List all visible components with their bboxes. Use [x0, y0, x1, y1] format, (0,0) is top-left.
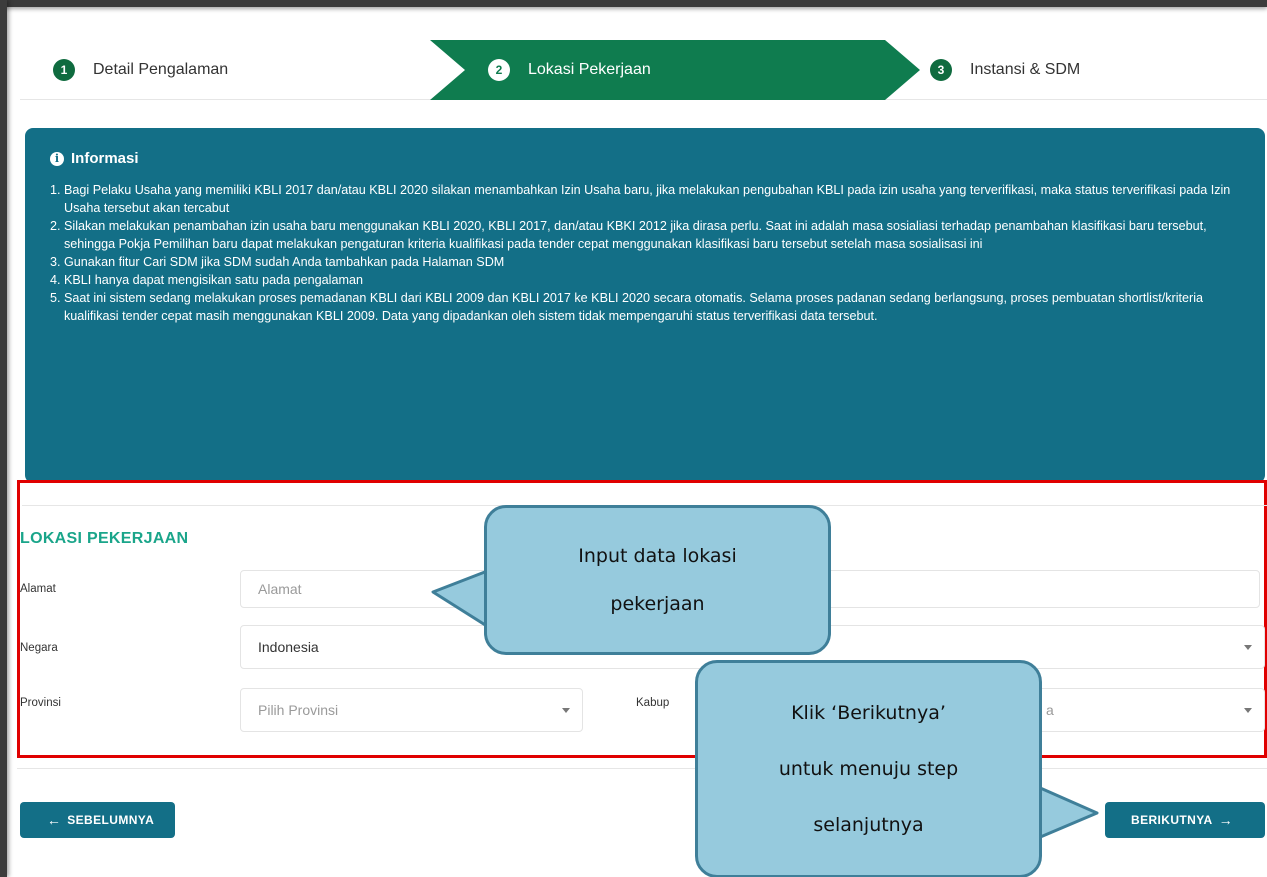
info-panel: i Informasi 1. Bagi Pelaku Usaha yang me…	[25, 128, 1265, 483]
callout-line: Input data lokasi	[578, 545, 737, 567]
frame-left-edge	[0, 0, 7, 877]
info-circle-icon: i	[50, 151, 64, 166]
step-label: Detail Pengalaman	[93, 61, 229, 78]
info-item: 5. Saat ini sistem sedang melakukan pros…	[50, 291, 1204, 323]
provinsi-placeholder: Pilih Provinsi	[258, 702, 339, 718]
callout-next-tail	[1036, 785, 1099, 840]
arrow-right-icon: →	[1218, 812, 1233, 828]
callout-line: pekerjaan	[610, 593, 705, 615]
info-item: 1. Bagi Pelaku Usaha yang memiliki KBLI …	[50, 183, 1231, 215]
provinsi-select[interactable]: Pilih Provinsi	[240, 688, 583, 732]
prev-button[interactable]: ← SEBELUMNYA	[20, 802, 175, 838]
alamat-label: Alamat	[20, 583, 56, 595]
arrow-left-icon: ←	[46, 812, 62, 828]
step-label: Instansi & SDM	[970, 61, 1081, 78]
callout-line: Klik ‘Berikutnya’	[791, 702, 946, 724]
step-number: 2	[488, 59, 510, 81]
alamat-placeholder: Alamat	[258, 581, 302, 597]
step-lokasi-pekerjaan[interactable]: 2 Lokasi Pekerjaan	[430, 40, 920, 100]
chevron-down-icon	[562, 708, 570, 713]
callout-input: Input data lokasi pekerjaan	[484, 505, 831, 655]
chevron-down-icon	[1244, 708, 1252, 713]
step-instansi-sdm[interactable]: 3 Instansi & SDM	[920, 40, 1080, 100]
callout-line: selanjutnya	[813, 814, 924, 836]
negara-value: Indonesia	[258, 639, 319, 655]
negara-label: Negara	[20, 642, 58, 654]
kabupaten-label: Kabup	[636, 697, 670, 709]
info-list: 1. Bagi Pelaku Usaha yang memiliki KBLI …	[50, 181, 1265, 325]
info-item: 4. KBLI hanya dapat mengisikan satu pada…	[50, 273, 363, 287]
next-button[interactable]: BERIKUTNYA →	[1105, 802, 1265, 838]
prev-button-label: SEBELUMNYA	[67, 813, 155, 827]
section-title: LOKASI PEKERJAAN	[20, 530, 189, 547]
chevron-down-icon	[1244, 645, 1252, 650]
kabupaten-value: a	[1046, 702, 1054, 718]
info-item: 2. Silakan melakukan penambahan izin usa…	[50, 219, 1207, 251]
info-item: 3. Gunakan fitur Cari SDM jika SDM sudah…	[50, 255, 505, 269]
provinsi-label: Provinsi	[20, 697, 61, 709]
divider	[17, 768, 1267, 769]
step-number: 3	[930, 59, 952, 81]
callout-next: Klik ‘Berikutnya’ untuk menuju step sela…	[695, 660, 1042, 877]
wizard-stepper: 1 Detail Pengalaman 2 Lokasi Pekerjaan 3…	[20, 40, 1267, 100]
callout-line: untuk menuju step	[778, 758, 959, 780]
screenshot-frame: 1 Detail Pengalaman 2 Lokasi Pekerjaan 3…	[0, 0, 1267, 877]
info-title: Informasi	[71, 150, 139, 167]
next-button-label: BERIKUTNYA	[1131, 813, 1213, 827]
step-detail-pengalaman[interactable]: 1 Detail Pengalaman	[53, 40, 228, 100]
frame-top-edge	[0, 0, 1267, 7]
info-heading: i Informasi	[50, 150, 1265, 167]
step-number: 1	[53, 59, 75, 81]
step-label: Lokasi Pekerjaan	[528, 61, 651, 78]
